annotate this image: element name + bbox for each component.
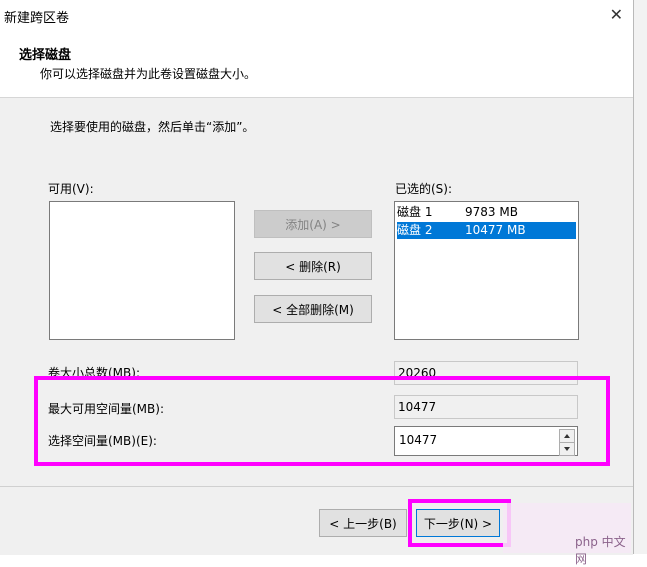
title-bar: 新建跨区卷 ✕ bbox=[0, 0, 633, 30]
remove-all-button[interactable]: < 全部删除(M) bbox=[254, 295, 372, 323]
highlight-box-fields bbox=[34, 376, 610, 466]
window-title: 新建跨区卷 bbox=[4, 11, 70, 26]
disk-size: 9783 MB bbox=[465, 205, 518, 219]
highlight-box-next bbox=[408, 499, 511, 547]
page-title: 选择磁盘 bbox=[19, 48, 72, 63]
background-window-edge bbox=[634, 0, 647, 554]
available-listbox[interactable] bbox=[49, 201, 235, 340]
wizard-footer: < 上一步(B) 下一步(N) > php 中文网 bbox=[0, 486, 633, 566]
close-icon[interactable]: ✕ bbox=[610, 5, 623, 24]
add-button[interactable]: 添加(A) > bbox=[254, 210, 372, 238]
wizard-header: 选择磁盘 你可以选择磁盘并为此卷设置磁盘大小。 bbox=[0, 30, 633, 98]
available-label: 可用(V): bbox=[48, 182, 94, 196]
disk-name: 磁盘 1 bbox=[397, 205, 433, 219]
disk-size: 10477 MB bbox=[465, 223, 526, 237]
list-item-selected[interactable]: 磁盘 2 10477 MB bbox=[397, 222, 576, 239]
list-item[interactable]: 磁盘 1 9783 MB bbox=[397, 204, 576, 221]
watermark-text: php 中文网 bbox=[575, 535, 626, 566]
back-button[interactable]: < 上一步(B) bbox=[319, 509, 407, 537]
wizard-window: 新建跨区卷 ✕ 选择磁盘 你可以选择磁盘并为此卷设置磁盘大小。 选择要使用的磁盘… bbox=[0, 0, 634, 566]
selected-listbox[interactable]: 磁盘 1 9783 MB 磁盘 2 10477 MB bbox=[394, 201, 579, 340]
wizard-body: 选择要使用的磁盘，然后单击“添加”。 可用(V): 已选的(S): 磁盘 1 9… bbox=[0, 98, 633, 486]
page-subtitle: 你可以选择磁盘并为此卷设置磁盘大小。 bbox=[40, 67, 257, 81]
disk-name: 磁盘 2 bbox=[397, 223, 433, 237]
instruction-text: 选择要使用的磁盘，然后单击“添加”。 bbox=[50, 120, 255, 134]
remove-button[interactable]: < 删除(R) bbox=[254, 252, 372, 280]
selected-label: 已选的(S): bbox=[395, 182, 453, 196]
watermark-area: php 中文网 bbox=[503, 503, 631, 566]
